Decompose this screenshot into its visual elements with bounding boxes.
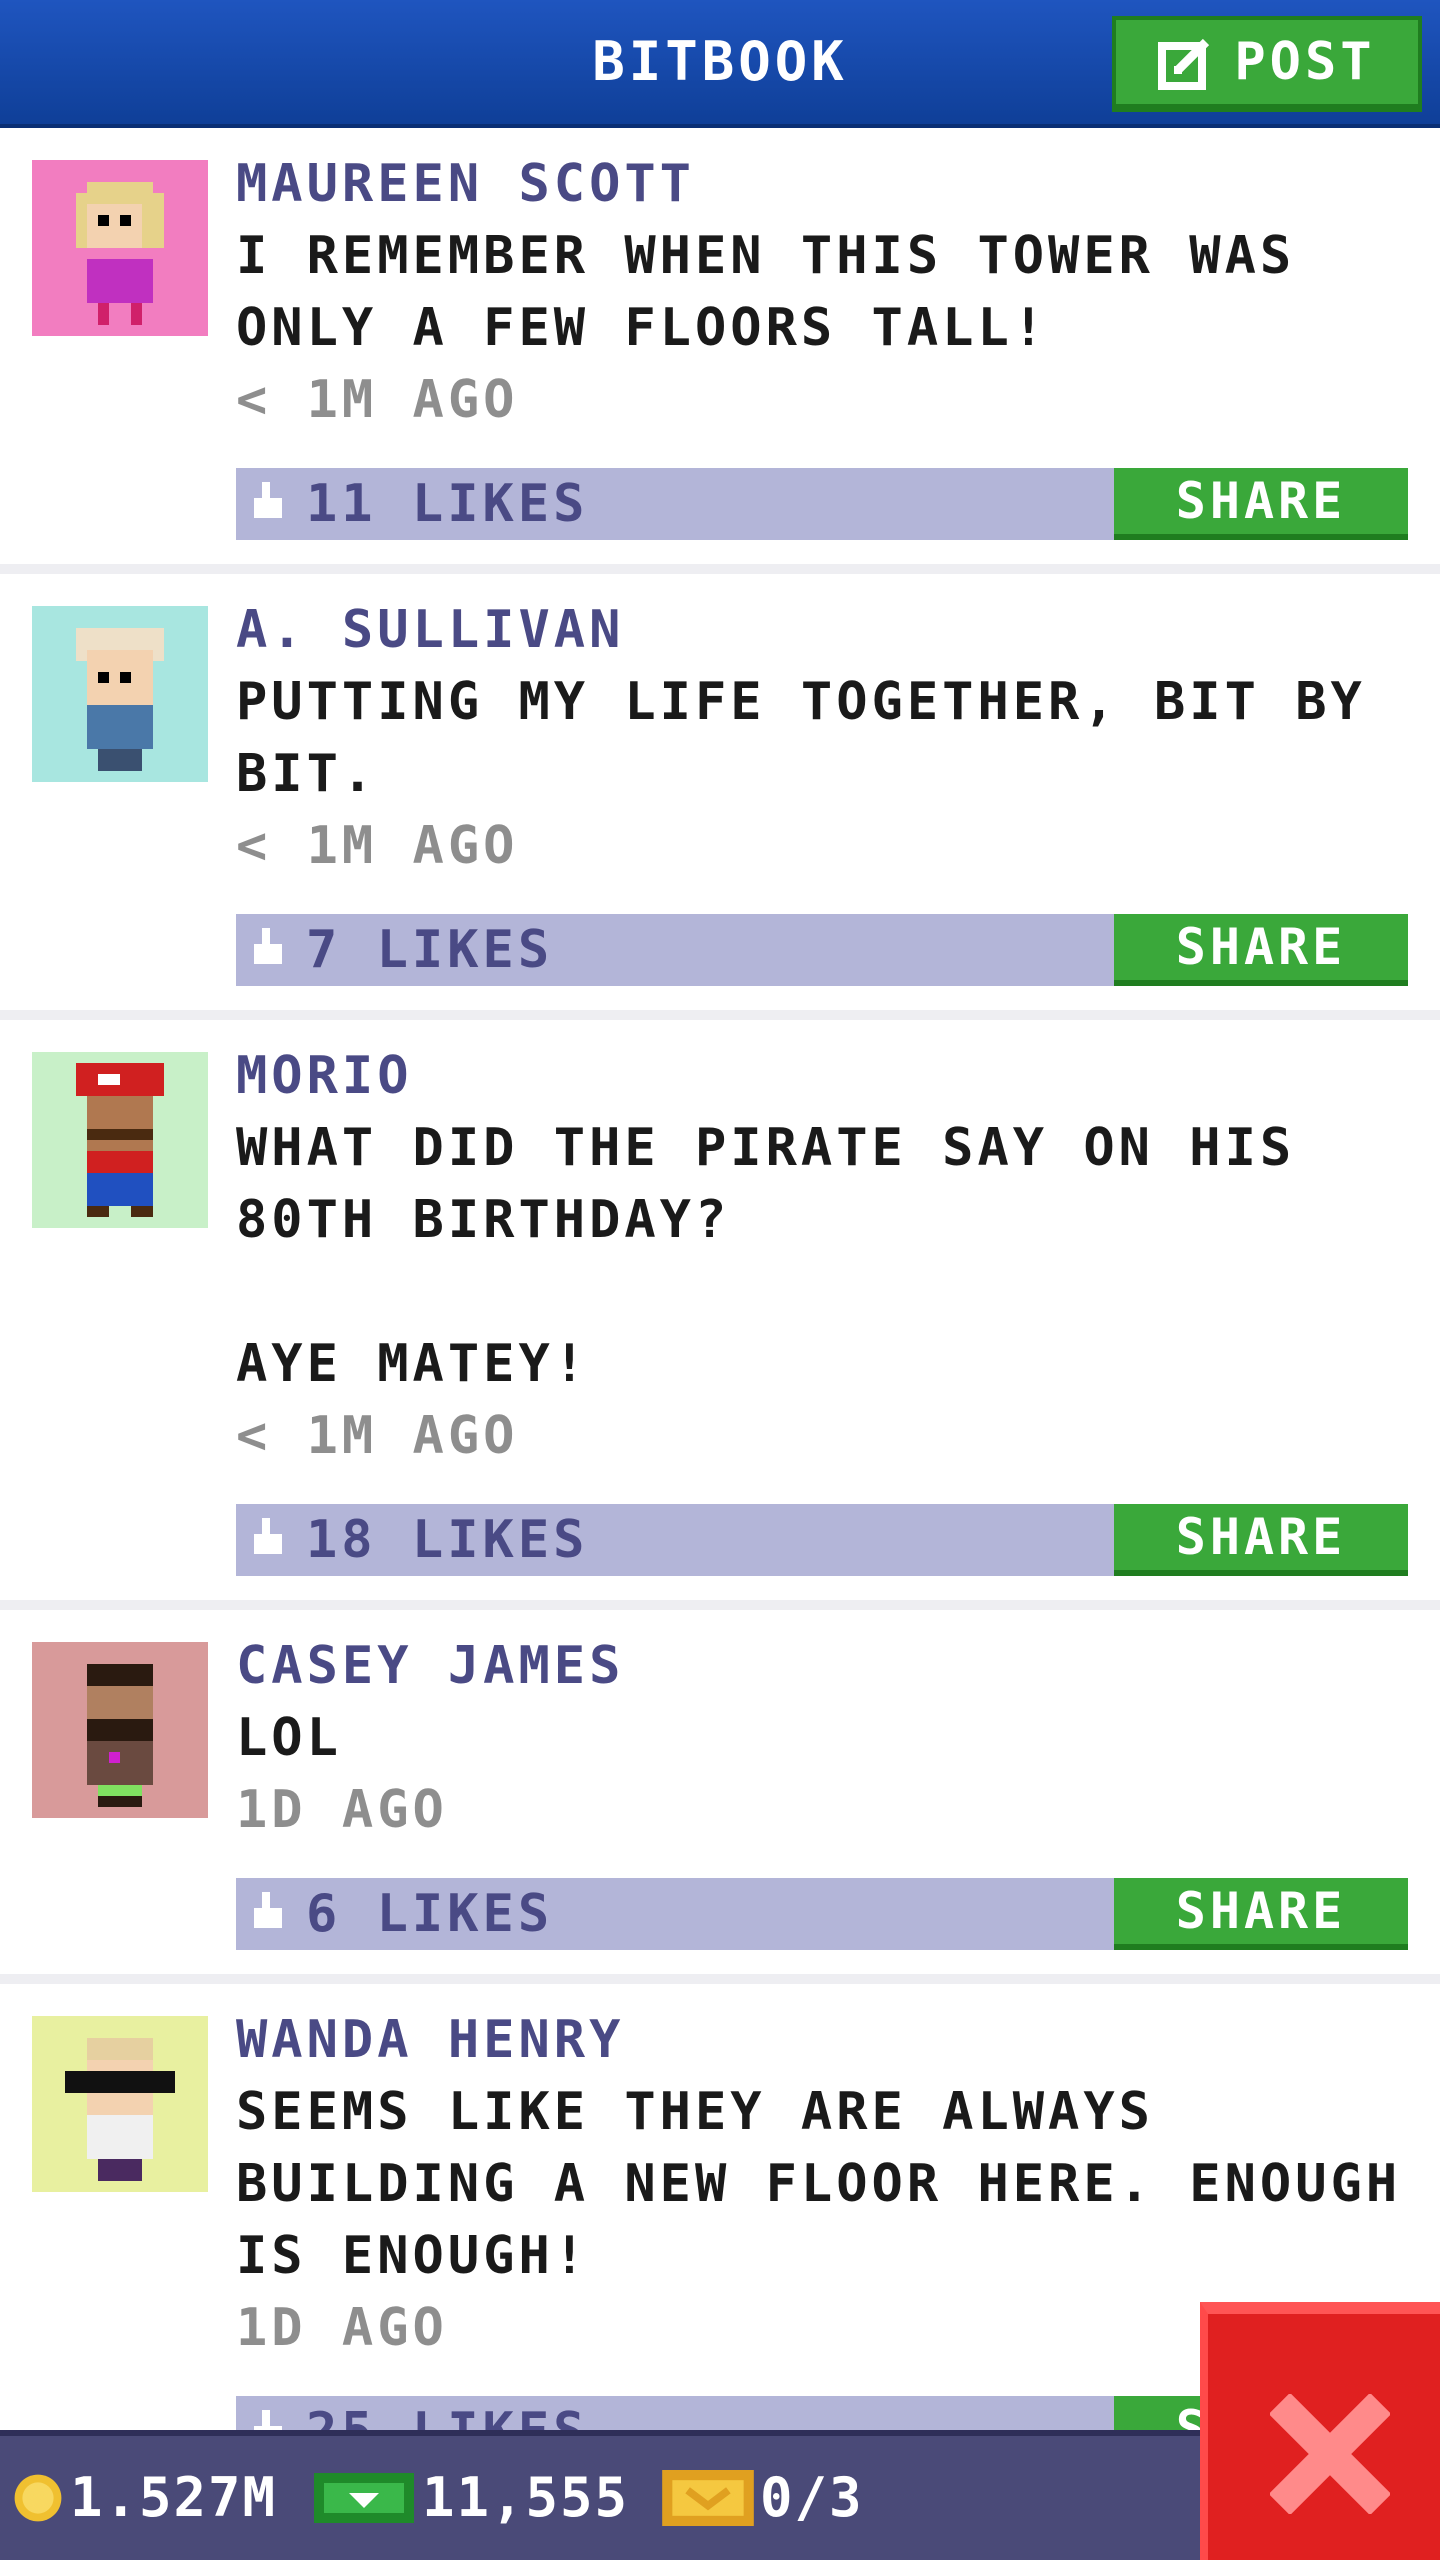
author-name[interactable]: MAUREEN SCOTT (236, 148, 1420, 220)
avatar (32, 1052, 208, 1228)
share-button[interactable]: SHARE (1114, 1878, 1408, 1950)
top-bar: BITBOOK POST (0, 0, 1440, 128)
like-bar: 7 LIKES SHARE (236, 914, 1408, 986)
person-avatar-icon (32, 1052, 208, 1228)
person-avatar-icon (32, 160, 208, 336)
post-text: PUTTING MY LIFE TOGETHER, BIT BY BIT. (236, 672, 1366, 804)
feed: MAUREEN SCOTT I REMEMBER WHEN THIS TOWER… (0, 128, 1440, 2502)
avatar (32, 2016, 208, 2192)
thumbs-up-icon[interactable] (250, 1892, 286, 1932)
share-button[interactable]: SHARE (1114, 914, 1408, 986)
tickets-stat: 0/3 (662, 2466, 864, 2529)
post-timestamp: < 1M AGO (236, 1406, 519, 1466)
post-timestamp: < 1M AGO (236, 816, 519, 876)
post-button[interactable]: POST (1112, 16, 1422, 112)
coins-value: 1.527M (70, 2466, 278, 2529)
bux-stat: 11,555 (312, 2466, 629, 2529)
like-count: 7 LIKES (306, 920, 554, 980)
feed-post: CASEY JAMES LOL 1D AGO 6 LIKES SHARE (0, 1610, 1440, 1984)
author-name[interactable]: CASEY JAMES (236, 1630, 1420, 1702)
thumbs-up-icon[interactable] (250, 1518, 286, 1558)
share-button[interactable]: SHARE (1114, 468, 1408, 540)
close-button[interactable] (1200, 2302, 1440, 2560)
share-button[interactable]: SHARE (1114, 1504, 1408, 1576)
person-avatar-icon (32, 2016, 208, 2192)
person-avatar-icon (32, 606, 208, 782)
post-text: SEEMS LIKE THEY ARE ALWAYS BUILDING A NE… (236, 2082, 1402, 2286)
author-name[interactable]: MORIO (236, 1040, 1420, 1112)
ticket-icon (662, 2469, 754, 2526)
person-avatar-icon (32, 1642, 208, 1818)
author-name[interactable]: A. SULLIVAN (236, 594, 1420, 666)
post-text: WHAT DID THE PIRATE SAY ON HIS 80TH BIRT… (236, 1118, 1296, 1394)
like-bar: 18 LIKES SHARE (236, 1504, 1408, 1576)
post-timestamp: < 1M AGO (236, 370, 519, 430)
coins-stat: 1.527M (12, 2466, 277, 2529)
avatar (32, 160, 208, 336)
like-count: 18 LIKES (306, 1510, 589, 1570)
feed-post: A. SULLIVAN PUTTING MY LIFE TOGETHER, BI… (0, 574, 1440, 1020)
like-bar: 6 LIKES SHARE (236, 1878, 1408, 1950)
tickets-value: 0/3 (760, 2466, 864, 2529)
close-icon (1270, 2394, 1390, 2514)
post-text: I REMEMBER WHEN THIS TOWER WAS ONLY A FE… (236, 226, 1296, 358)
thumbs-up-icon[interactable] (250, 482, 286, 522)
avatar (32, 606, 208, 782)
post-text: LOL (236, 1708, 342, 1768)
like-count: 6 LIKES (306, 1884, 554, 1944)
like-count: 11 LIKES (306, 474, 589, 534)
like-bar: 11 LIKES SHARE (236, 468, 1408, 540)
coin-icon (14, 2474, 62, 2521)
avatar (32, 1642, 208, 1818)
post-button-label: POST (1234, 32, 1376, 92)
bux-icon (314, 2472, 414, 2523)
bux-value: 11,555 (422, 2466, 630, 2529)
feed-post: MAUREEN SCOTT I REMEMBER WHEN THIS TOWER… (0, 128, 1440, 574)
author-name[interactable]: WANDA HENRY (236, 2004, 1420, 2076)
feed-post: MORIO WHAT DID THE PIRATE SAY ON HIS 80T… (0, 1020, 1440, 1610)
edit-icon (1158, 38, 1210, 90)
post-timestamp: 1D AGO (236, 1780, 448, 1840)
thumbs-up-icon[interactable] (250, 928, 286, 968)
